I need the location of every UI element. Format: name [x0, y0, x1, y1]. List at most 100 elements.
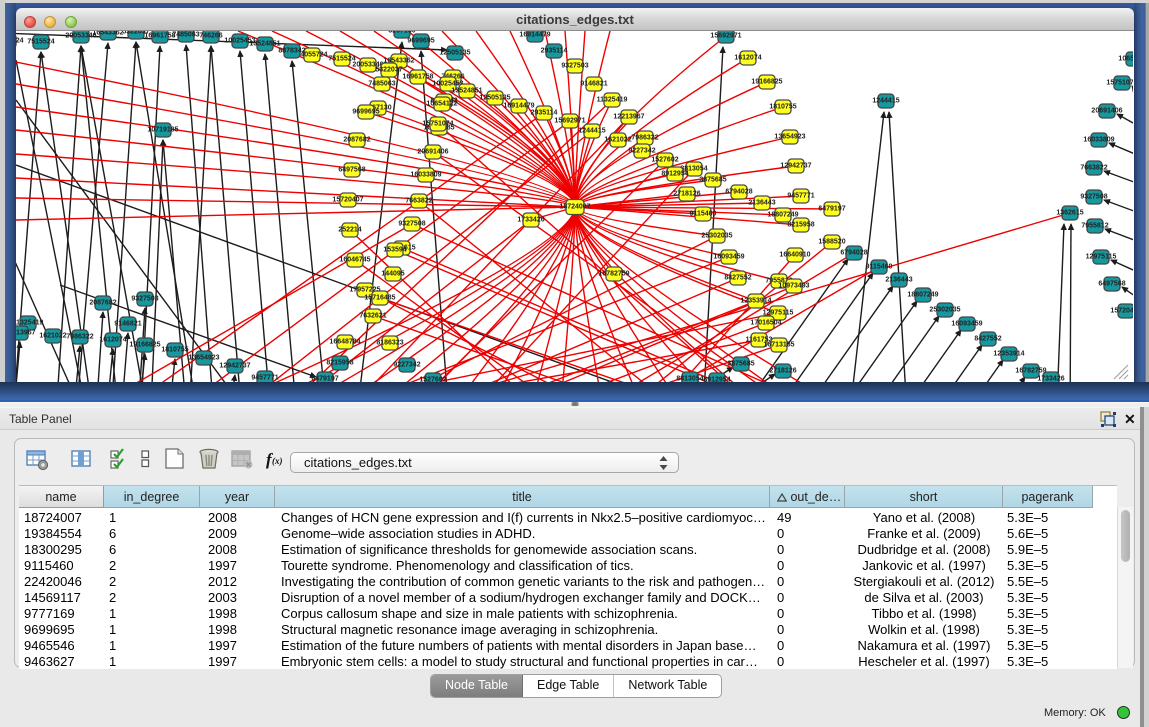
svg-text:1810755: 1810755: [769, 104, 796, 111]
svg-text:2718126: 2718126: [673, 191, 700, 198]
svg-text:6794028: 6794028: [840, 250, 867, 257]
svg-text:17016504: 17016504: [750, 320, 781, 327]
svg-text:7632621: 7632621: [359, 313, 386, 320]
svg-text:15716485: 15716485: [364, 295, 395, 302]
svg-text:9146821: 9146821: [580, 81, 607, 88]
svg-text:(x): (x): [272, 456, 283, 466]
svg-text:10654122: 10654122: [1118, 56, 1133, 63]
svg-text:7986322: 7986322: [631, 135, 658, 142]
svg-text:15751074: 15751074: [1106, 80, 1133, 87]
svg-text:12505135: 12505135: [479, 95, 510, 102]
svg-text:7485063: 7485063: [172, 32, 199, 39]
svg-text:8427552: 8427552: [724, 275, 751, 282]
svg-text:144095: 144095: [381, 271, 404, 278]
svg-text:16782759: 16782759: [598, 271, 629, 278]
svg-text:2935114: 2935114: [531, 110, 558, 117]
svg-text:6479197: 6479197: [818, 206, 845, 213]
svg-text:16033809: 16033809: [410, 172, 441, 179]
svg-text:3875685: 3875685: [727, 361, 754, 368]
svg-text:8186323: 8186323: [376, 340, 403, 347]
svg-text:9327508: 9327508: [398, 221, 425, 228]
svg-text:12213967: 12213967: [16, 330, 36, 337]
svg-text:16046745: 16046745: [339, 257, 370, 264]
svg-text:1588520: 1588520: [818, 239, 845, 246]
svg-text:16914479: 16914479: [519, 32, 550, 39]
svg-text:18807249: 18807249: [907, 292, 938, 299]
svg-text:12942737: 12942737: [780, 163, 811, 170]
svg-text:1362615: 1362615: [1056, 210, 1083, 217]
svg-text:15720407: 15720407: [1110, 308, 1133, 315]
svg-text:1612074: 1612074: [99, 337, 126, 344]
svg-text:9327508: 9327508: [1080, 194, 1107, 201]
svg-text:13654923: 13654923: [774, 134, 805, 141]
svg-text:2718126: 2718126: [769, 368, 796, 375]
svg-text:8912954: 8912954: [661, 171, 688, 178]
svg-text:13524851: 13524851: [249, 41, 280, 48]
svg-text:11325419: 11325419: [597, 97, 628, 104]
svg-text:6794028: 6794028: [725, 189, 752, 196]
svg-text:8215958: 8215958: [787, 222, 814, 229]
svg-text:16640910: 16640910: [779, 252, 810, 259]
svg-text:9327503: 9327503: [131, 296, 158, 303]
svg-text:8878342: 8878342: [278, 48, 305, 55]
svg-text:2087682: 2087682: [343, 137, 370, 144]
svg-text:10973493: 10973493: [778, 283, 809, 290]
svg-text:252214: 252214: [338, 227, 361, 234]
svg-text:2935114: 2935114: [541, 48, 568, 55]
svg-text:8427552: 8427552: [974, 336, 1001, 343]
svg-text:7485063: 7485063: [368, 81, 395, 88]
svg-text:12975115: 12975115: [1086, 254, 1117, 261]
svg-text:7986322: 7986322: [66, 334, 93, 341]
svg-text:7663822: 7663822: [405, 198, 432, 205]
svg-text:9227342: 9227342: [393, 362, 420, 369]
svg-text:18807249: 18807249: [767, 212, 798, 219]
svg-text:12353914: 12353914: [740, 298, 771, 305]
svg-text:20691406: 20691406: [1091, 108, 1122, 115]
svg-text:2136443: 2136443: [885, 277, 912, 284]
svg-text:16093459: 16093459: [951, 321, 982, 328]
svg-text:14055724: 14055724: [16, 38, 24, 45]
svg-text:12942737: 12942737: [219, 363, 250, 370]
svg-text:3875685: 3875685: [699, 177, 726, 184]
svg-text:1810755: 1810755: [161, 347, 188, 354]
svg-text:1244415: 1244415: [872, 98, 899, 105]
svg-text:15720407: 15720407: [332, 197, 363, 204]
svg-text:3267130: 3267130: [388, 31, 415, 35]
svg-text:16543362: 16543362: [92, 31, 123, 37]
svg-text:9115460: 9115460: [690, 211, 717, 218]
svg-text:9115460: 9115460: [866, 264, 893, 271]
svg-text:6497568: 6497568: [1098, 281, 1125, 288]
svg-text:1621022: 1621022: [39, 333, 66, 340]
svg-text:16782759: 16782759: [1015, 368, 1046, 375]
svg-text:16033809: 16033809: [1083, 137, 1114, 144]
svg-text:16914479: 16914479: [503, 103, 534, 110]
svg-text:25302035: 25302035: [701, 233, 732, 240]
svg-text:16648784: 16648784: [329, 339, 360, 346]
svg-text:2136443: 2136443: [748, 200, 775, 207]
svg-text:16713155: 16713155: [763, 342, 794, 349]
svg-text:1612074: 1612074: [734, 55, 761, 62]
svg-text:153594: 153594: [383, 247, 406, 254]
svg-text:9699695: 9699695: [352, 109, 379, 116]
svg-text:20691406: 20691406: [417, 149, 448, 156]
svg-text:7663822: 7663822: [1080, 165, 1107, 172]
svg-text:15692971: 15692971: [710, 33, 741, 40]
svg-text:9227342: 9227342: [628, 148, 655, 155]
svg-text:16093459: 16093459: [713, 254, 744, 261]
svg-text:7515524: 7515524: [27, 39, 54, 46]
svg-text:10719185: 10719185: [147, 127, 178, 134]
svg-text:18724007: 18724007: [559, 204, 590, 211]
svg-text:13654923: 13654923: [188, 355, 219, 362]
svg-text:19166825: 19166825: [129, 342, 160, 349]
svg-text:1527602: 1527602: [651, 157, 678, 164]
svg-text:10654122: 10654122: [426, 101, 457, 108]
svg-text:9457771: 9457771: [251, 375, 278, 382]
svg-text:12505135: 12505135: [439, 50, 470, 57]
svg-text:12353914: 12353914: [993, 351, 1024, 358]
svg-text:9457771: 9457771: [787, 193, 814, 200]
svg-text:8215958: 8215958: [326, 360, 353, 367]
svg-text:16961758: 16961758: [144, 33, 175, 40]
svg-text:9327503: 9327503: [561, 63, 588, 70]
svg-text:12213967: 12213967: [613, 114, 644, 121]
svg-text:9699695: 9699695: [407, 38, 434, 45]
